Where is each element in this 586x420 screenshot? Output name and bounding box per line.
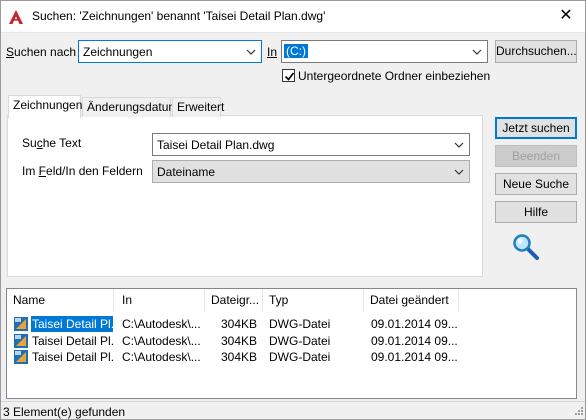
dwg-file-icon (14, 350, 28, 364)
cell-modified: 09.01.2014 09... (371, 350, 458, 364)
search-for-label: Suchen nach (6, 45, 77, 59)
search-now-button[interactable]: Jetzt suchen (495, 117, 577, 139)
chevron-down-icon (454, 142, 464, 148)
cell-type: DWG-Datei (269, 334, 331, 348)
column-header-type[interactable]: Typ (263, 289, 364, 312)
cell-name: Taisei Detail Pl... (32, 334, 113, 348)
resize-grip-icon[interactable] (572, 406, 584, 418)
cell-type: DWG-Datei (269, 350, 331, 364)
results-list[interactable]: Name In Dateigr... Typ Datei geändert Ta… (6, 288, 577, 399)
in-value: (C:) (283, 43, 309, 59)
status-bar: 3 Element(e) gefunden (0, 401, 586, 420)
in-fields-label: Im Feld/In den Feldern (22, 164, 143, 178)
title-bar: Suchen: 'Zeichnungen' benannt 'Taisei De… (0, 0, 586, 33)
cell-size: 304KB (220, 317, 257, 331)
table-row[interactable]: Taisei Detail Pl... C:\Autodesk\... 304K… (7, 333, 576, 349)
chevron-down-icon (454, 169, 464, 175)
search-for-value: Zeichnungen (83, 45, 153, 59)
cell-size: 304KB (220, 350, 257, 364)
status-text: 3 Element(e) gefunden (3, 405, 126, 419)
browse-button[interactable]: Durchsuchen... (495, 40, 577, 63)
dwg-file-icon (14, 317, 28, 331)
cell-in: C:\Autodesk\... (122, 334, 201, 348)
search-for-select[interactable]: Zeichnungen (78, 40, 262, 63)
search-text-label: Suche Text (22, 136, 82, 150)
tab-drawings[interactable]: Zeichnungen (8, 95, 82, 118)
magnifier-icon (512, 233, 540, 261)
in-fields-value: Dateiname (157, 165, 216, 179)
cell-name: Taisei Detail Pl... (31, 316, 113, 332)
close-button[interactable]: ✕ (546, 0, 586, 32)
include-subfolders-checkbox[interactable] (282, 69, 295, 82)
new-search-button[interactable]: Neue Suche (495, 173, 577, 195)
stop-button[interactable]: Beenden (495, 145, 577, 167)
cell-size: 304KB (220, 334, 257, 348)
in-fields-select[interactable]: Dateiname (152, 160, 470, 183)
tab-advanced[interactable]: Erweitert (172, 97, 224, 117)
table-row[interactable]: Taisei Detail Pl... C:\Autodesk\... 304K… (7, 349, 576, 365)
chevron-down-icon (246, 49, 256, 55)
chevron-down-icon (472, 49, 482, 55)
include-subfolders-label: Untergeordnete Ordner einbeziehen (298, 69, 491, 83)
in-select[interactable]: (C:) (281, 40, 488, 63)
cell-modified: 09.01.2014 09... (371, 334, 458, 348)
autocad-app-icon (8, 9, 24, 25)
dwg-file-icon (14, 334, 28, 348)
in-label: In (267, 45, 278, 59)
tab-modified-date[interactable]: Änderungsdatum (82, 97, 178, 117)
checkmark-icon (284, 72, 295, 81)
column-header-name[interactable]: Name (7, 289, 114, 312)
column-header-modified[interactable]: Datei geändert (364, 289, 459, 312)
table-row[interactable]: Taisei Detail Pl... C:\Autodesk\... 304K… (7, 316, 576, 332)
search-text-value: Taisei Detail Plan.dwg (157, 138, 275, 152)
column-header-size[interactable]: Dateigr... (205, 289, 263, 312)
cell-modified: 09.01.2014 09... (371, 317, 458, 331)
column-header-in[interactable]: In (114, 289, 205, 312)
cell-name: Taisei Detail Pl... (32, 350, 113, 364)
window-title: Suchen: 'Zeichnungen' benannt 'Taisei De… (32, 9, 326, 23)
search-text-combo[interactable]: Taisei Detail Plan.dwg (152, 133, 470, 156)
cell-in: C:\Autodesk\... (122, 317, 201, 331)
cell-in: C:\Autodesk\... (122, 350, 201, 364)
help-button[interactable]: Hilfe (495, 201, 577, 223)
search-for-label-rest: uchen nach (14, 45, 77, 59)
cell-type: DWG-Datei (269, 317, 331, 331)
